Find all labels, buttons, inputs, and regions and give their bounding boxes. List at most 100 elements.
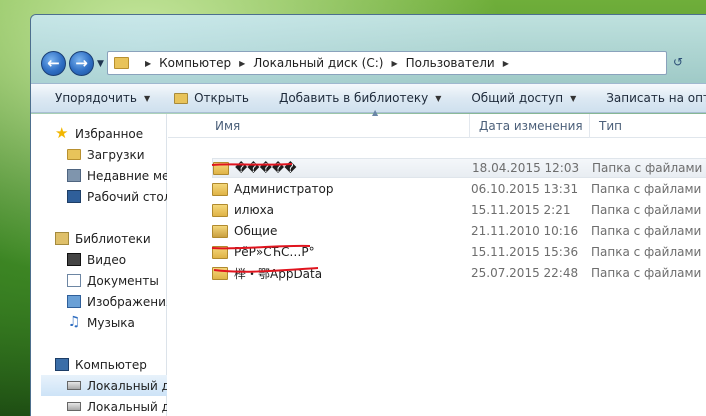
shared-folder-icon: [212, 224, 228, 238]
sort-ascending-icon: ▲: [372, 108, 379, 117]
folder-icon: [114, 57, 129, 69]
column-header-row: ▲ Имя Дата изменения Тип: [168, 108, 706, 138]
sidebar-item-label: Загрузки: [87, 147, 145, 162]
column-label: Дата изменения: [479, 119, 583, 133]
refresh-icon[interactable]: ↺: [667, 55, 689, 75]
chevron-right-icon[interactable]: ▶: [503, 59, 509, 68]
back-button[interactable]: ←: [41, 51, 66, 76]
file-type: Папка с файлами: [591, 245, 702, 259]
sidebar-item-label: Локальный диск (D: [87, 399, 167, 414]
breadcrumb-drive-c[interactable]: Локальный диск (C:): [253, 56, 383, 70]
table-row[interactable]: РёР»СЋС…Р° 15.11.2015 15:36 Папка с файл…: [212, 242, 706, 262]
sidebar-item-drive-c[interactable]: Локальный диск (C: [41, 375, 167, 396]
history-dropdown-icon[interactable]: ▼: [97, 59, 104, 69]
command-bar: Упорядочить ▼ Открыть Добавить в библиот…: [31, 83, 706, 113]
sidebar-item-desktop[interactable]: Рабочий стол: [67, 186, 167, 207]
explorer-window: ← → ▼ ▶ Компьютер ▶ Локальный диск (C:) …: [30, 14, 706, 416]
navigation-pane: ★ Избранное Загрузки Недавние места Рабо…: [31, 114, 167, 416]
table-row[interactable]: Администратор 06.10.2015 13:31 Папка с ф…: [212, 179, 706, 199]
column-header-type[interactable]: Тип: [590, 114, 706, 138]
organize-label: Упорядочить: [55, 91, 137, 105]
sidebar-item-libraries[interactable]: Библиотеки: [55, 228, 167, 249]
file-name: РёР»СЋС…Р°: [234, 245, 315, 259]
recent-places-icon: [67, 169, 81, 182]
open-label: Открыть: [194, 91, 249, 105]
file-type: Папка с файлами: [591, 266, 702, 280]
folder-icon: [212, 182, 228, 196]
file-date: 25.07.2015 22:48: [471, 266, 579, 280]
burn-label: Записать на оптический ди: [606, 91, 706, 105]
sidebar-item-computer[interactable]: Компьютер: [55, 354, 167, 375]
sidebar-item-documents[interactable]: Документы: [67, 270, 167, 291]
chevron-right-icon[interactable]: ▶: [145, 59, 151, 68]
sidebar-item-recent[interactable]: Недавние места: [67, 165, 167, 186]
sidebar-item-video[interactable]: Видео: [67, 249, 167, 270]
sidebar-item-label: Библиотеки: [75, 231, 151, 246]
sidebar-item-label: Изображения: [87, 294, 167, 309]
file-date: 18.04.2015 12:03: [472, 161, 580, 175]
file-type: Папка с файлами: [592, 161, 703, 175]
sidebar-item-pictures[interactable]: Изображения: [67, 291, 167, 312]
pictures-icon: [67, 295, 81, 308]
breadcrumb-computer[interactable]: Компьютер: [159, 56, 231, 70]
table-row[interactable]: илюха 15.11.2015 2:21 Папка с файлами: [212, 200, 706, 220]
sidebar-item-label: Видео: [87, 252, 127, 267]
file-name: Администратор: [234, 182, 334, 196]
sidebar-item-music[interactable]: ♫ Музыка: [67, 312, 167, 333]
drive-icon: [67, 381, 81, 390]
open-folder-icon: [174, 92, 189, 104]
breadcrumb-users[interactable]: Пользователи: [406, 56, 495, 70]
file-date: 15.11.2015 2:21: [471, 203, 571, 217]
desktop-icon: [67, 190, 81, 203]
folder-icon: [212, 245, 228, 259]
file-name: Общие: [234, 224, 278, 238]
file-date: 21.11.2010 10:16: [471, 224, 579, 238]
open-button[interactable]: Открыть: [162, 84, 261, 112]
chevron-right-icon[interactable]: ▶: [239, 59, 245, 68]
sidebar-item-downloads[interactable]: Загрузки: [67, 144, 167, 165]
burn-button[interactable]: Записать на оптический ди: [588, 84, 706, 112]
column-label: Имя: [215, 119, 241, 133]
add-to-library-label: Добавить в библиотеку: [278, 91, 429, 105]
share-button[interactable]: Общий доступ ▼: [453, 84, 588, 112]
address-bar[interactable]: ▶ Компьютер ▶ Локальный диск (C:) ▶ Поль…: [107, 51, 667, 75]
chevron-down-icon: ▼: [143, 93, 151, 103]
file-type: Папка с файлами: [591, 224, 702, 238]
file-name: �����: [235, 161, 297, 175]
add-to-library-button[interactable]: Добавить в библиотеку ▼: [261, 84, 453, 112]
folder-icon: [212, 203, 228, 217]
music-icon: ♫: [67, 314, 81, 330]
sidebar-item-favorites[interactable]: ★ Избранное: [55, 123, 167, 144]
libraries-icon: [55, 232, 69, 245]
share-label: Общий доступ: [471, 91, 564, 105]
chevron-right-icon[interactable]: ▶: [391, 59, 397, 68]
drive-icon: [67, 402, 81, 411]
documents-icon: [67, 274, 81, 287]
file-date: 15.11.2015 15:36: [471, 245, 579, 259]
sidebar-item-label: Документы: [87, 273, 159, 288]
file-type: Папка с файлами: [591, 182, 702, 196]
table-row[interactable]: Общие 21.11.2010 10:16 Папка с файлами: [212, 221, 706, 241]
forward-button[interactable]: →: [69, 51, 94, 76]
sidebar-item-label: Рабочий стол: [87, 189, 167, 204]
computer-icon: [55, 358, 69, 371]
video-icon: [67, 253, 81, 266]
sidebar-item-drive-d[interactable]: Локальный диск (D: [67, 396, 167, 416]
sidebar-item-label: Компьютер: [75, 357, 147, 372]
column-header-name[interactable]: ▲ Имя: [206, 108, 470, 138]
table-row[interactable]: ����� 18.04.2015 12:03 Папка с файлами: [212, 158, 706, 178]
file-type: Папка с файлами: [591, 203, 702, 217]
sidebar-item-label: Локальный диск (C: [87, 378, 167, 393]
chevron-down-icon: ▼: [570, 93, 577, 103]
file-date: 06.10.2015 13:31: [471, 182, 579, 196]
table-row[interactable]: 榉・鄂AppData 25.07.2015 22:48 Папка с файл…: [212, 263, 706, 283]
sidebar-item-label: Избранное: [75, 126, 144, 141]
title-bar: ← → ▼ ▶ Компьютер ▶ Локальный диск (C:) …: [31, 15, 706, 83]
column-header-date[interactable]: Дата изменения: [470, 114, 590, 138]
organize-button[interactable]: Упорядочить ▼: [31, 84, 162, 112]
file-name: 榉・鄂AppData: [234, 266, 323, 281]
file-list: ▲ Имя Дата изменения Тип ����� 18.04.201…: [168, 108, 706, 416]
file-name: илюха: [234, 203, 275, 217]
content-area: ★ Избранное Загрузки Недавние места Рабо…: [31, 108, 706, 416]
folder-icon: [213, 161, 229, 175]
